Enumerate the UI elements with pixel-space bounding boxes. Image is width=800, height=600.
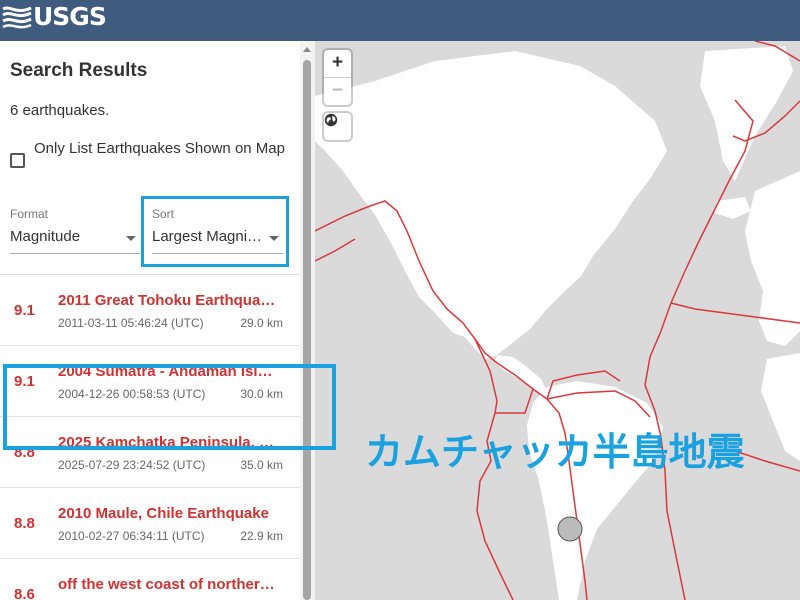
landmass-north-america [315,51,667,359]
logo-text: USGS [33,2,107,31]
search-results-panel: Search Results 6 earthquakes. Only List … [0,41,315,600]
format-value: Magnitude [10,228,81,245]
only-list-option[interactable]: Only List Earthquakes Shown on Map [10,137,290,168]
map-canvas [315,41,800,600]
event-depth: 35.0 km [240,458,283,472]
sort-highlight-box [141,196,289,267]
format-caption: Format [10,207,49,221]
event-depth: 29.0 km [240,316,283,330]
panel-title: Search Results [10,60,148,81]
list-item[interactable]: 8.8 2010 Maule, Chile Earthquake 2010-02… [0,488,300,559]
usgs-logo[interactable]: USGS [2,2,107,32]
globe-view-button[interactable] [324,113,351,140]
event-time: 2010-02-27 06:34:11 (UTC) [58,529,205,543]
map-view[interactable]: + − カムチャッカ半島地震 [315,41,800,600]
zoom-out-button[interactable]: − [324,77,351,104]
event-title[interactable]: off the west coast of northern Sumatra [58,576,280,593]
magnitude: 9.1 [14,302,35,319]
landmass-africa [761,353,800,461]
landmass-iceland [715,197,751,219]
scroll-thumb[interactable] [303,60,311,600]
event-depth: 22.9 km [240,529,283,543]
zoom-control: + − [324,50,351,105]
earthquake-marker [557,516,583,542]
event-title[interactable]: 2011 Great Tohoku Earthquake (Japan) [58,292,280,309]
magnitude: 8.8 [14,515,35,532]
format-select[interactable]: Magnitude [10,226,140,254]
result-count: 6 earthquakes. [10,102,110,119]
event-time: 2025-07-29 23:24:52 (UTC) [58,458,206,472]
usgs-wave-icon [2,6,32,29]
results-scrollbar[interactable] [300,41,315,600]
landmass-south-america [527,381,663,600]
format-select-group: Format Magnitude [10,207,140,254]
top-header: USGS [0,0,800,41]
scroll-up-arrow-icon[interactable] [303,47,311,52]
landmass-central-america [495,355,547,397]
zoom-in-button[interactable]: + [324,50,351,77]
app-window: USGS Search Results 6 earthquakes. Only … [0,0,800,600]
event-time: 2011-03-11 05:46:24 (UTC) [58,316,204,330]
chevron-down-icon [126,236,136,241]
only-list-checkbox[interactable] [10,153,25,168]
magnitude: 8.6 [14,586,35,600]
only-list-label[interactable]: Only List Earthquakes Shown on Map [34,137,285,168]
list-item[interactable]: 8.6 off the west coast of northern Sumat… [0,559,300,600]
list-item[interactable]: 9.1 2011 Great Tohoku Earthquake (Japan)… [0,275,300,346]
map-annotation-label: カムチャッカ半島地震 [365,430,745,474]
globe-icon [324,113,338,127]
selected-result-highlight-box [3,364,336,450]
event-title[interactable]: 2010 Maule, Chile Earthquake [58,505,280,522]
